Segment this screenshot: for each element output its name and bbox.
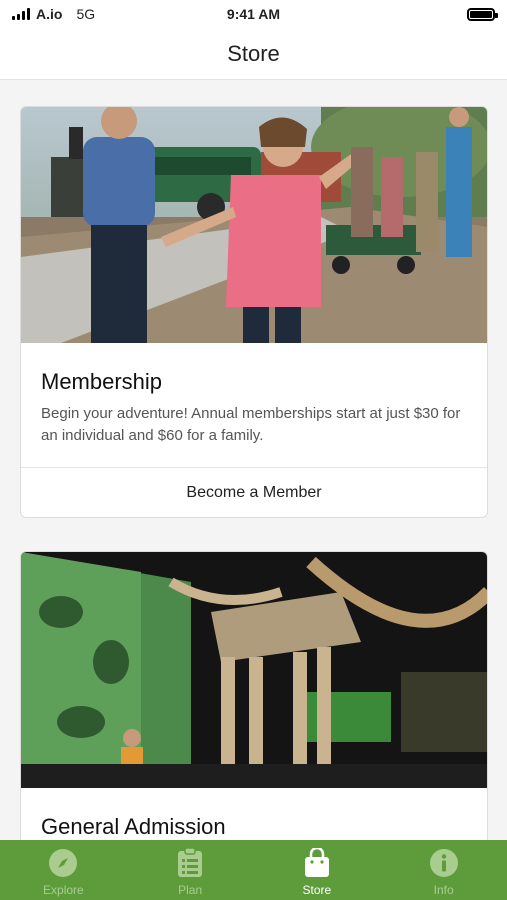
tab-explore[interactable]: Explore (0, 840, 127, 900)
status-left: A.io 5G (12, 6, 95, 22)
membership-image (21, 107, 487, 343)
family-train-photo (21, 107, 487, 343)
signal-icon (12, 8, 30, 20)
admission-card-body: General Admission (21, 788, 487, 840)
tab-info[interactable]: Info (380, 840, 507, 900)
carrier-label: A.io (36, 6, 63, 22)
tab-label: Store (302, 883, 332, 897)
admission-image (21, 552, 487, 788)
membership-card[interactable]: Membership Begin your adventure! Annual … (20, 106, 488, 518)
compass-icon (47, 847, 79, 879)
clipboard-icon (174, 847, 206, 879)
tab-label: Info (433, 883, 454, 897)
network-label: 5G (76, 6, 96, 22)
tab-bar: Explore Plan Store Info (0, 840, 507, 900)
tab-store[interactable]: Store (254, 840, 381, 900)
card-title: General Admission (41, 814, 226, 839)
tab-label: Explore (43, 883, 84, 897)
tab-label: Plan (178, 883, 203, 897)
mammoth-skeleton-photo (21, 552, 487, 788)
tab-plan[interactable]: Plan (127, 840, 254, 900)
status-bar: A.io 5G 9:41 AM (0, 0, 507, 28)
membership-card-body: Membership Begin your adventure! Annual … (21, 343, 487, 447)
card-description: Begin your adventure! Annual memberships… (41, 405, 461, 444)
store-content[interactable]: Membership Begin your adventure! Annual … (0, 81, 507, 840)
page-title: Store (227, 40, 280, 66)
card-title: Membership (41, 369, 163, 394)
shopping-bag-icon (301, 847, 333, 879)
nav-header: Store (0, 28, 507, 80)
general-admission-card[interactable]: General Admission (20, 551, 488, 840)
become-member-button[interactable]: Become a Member (21, 467, 487, 517)
battery-icon (467, 7, 498, 21)
info-icon (428, 847, 460, 879)
